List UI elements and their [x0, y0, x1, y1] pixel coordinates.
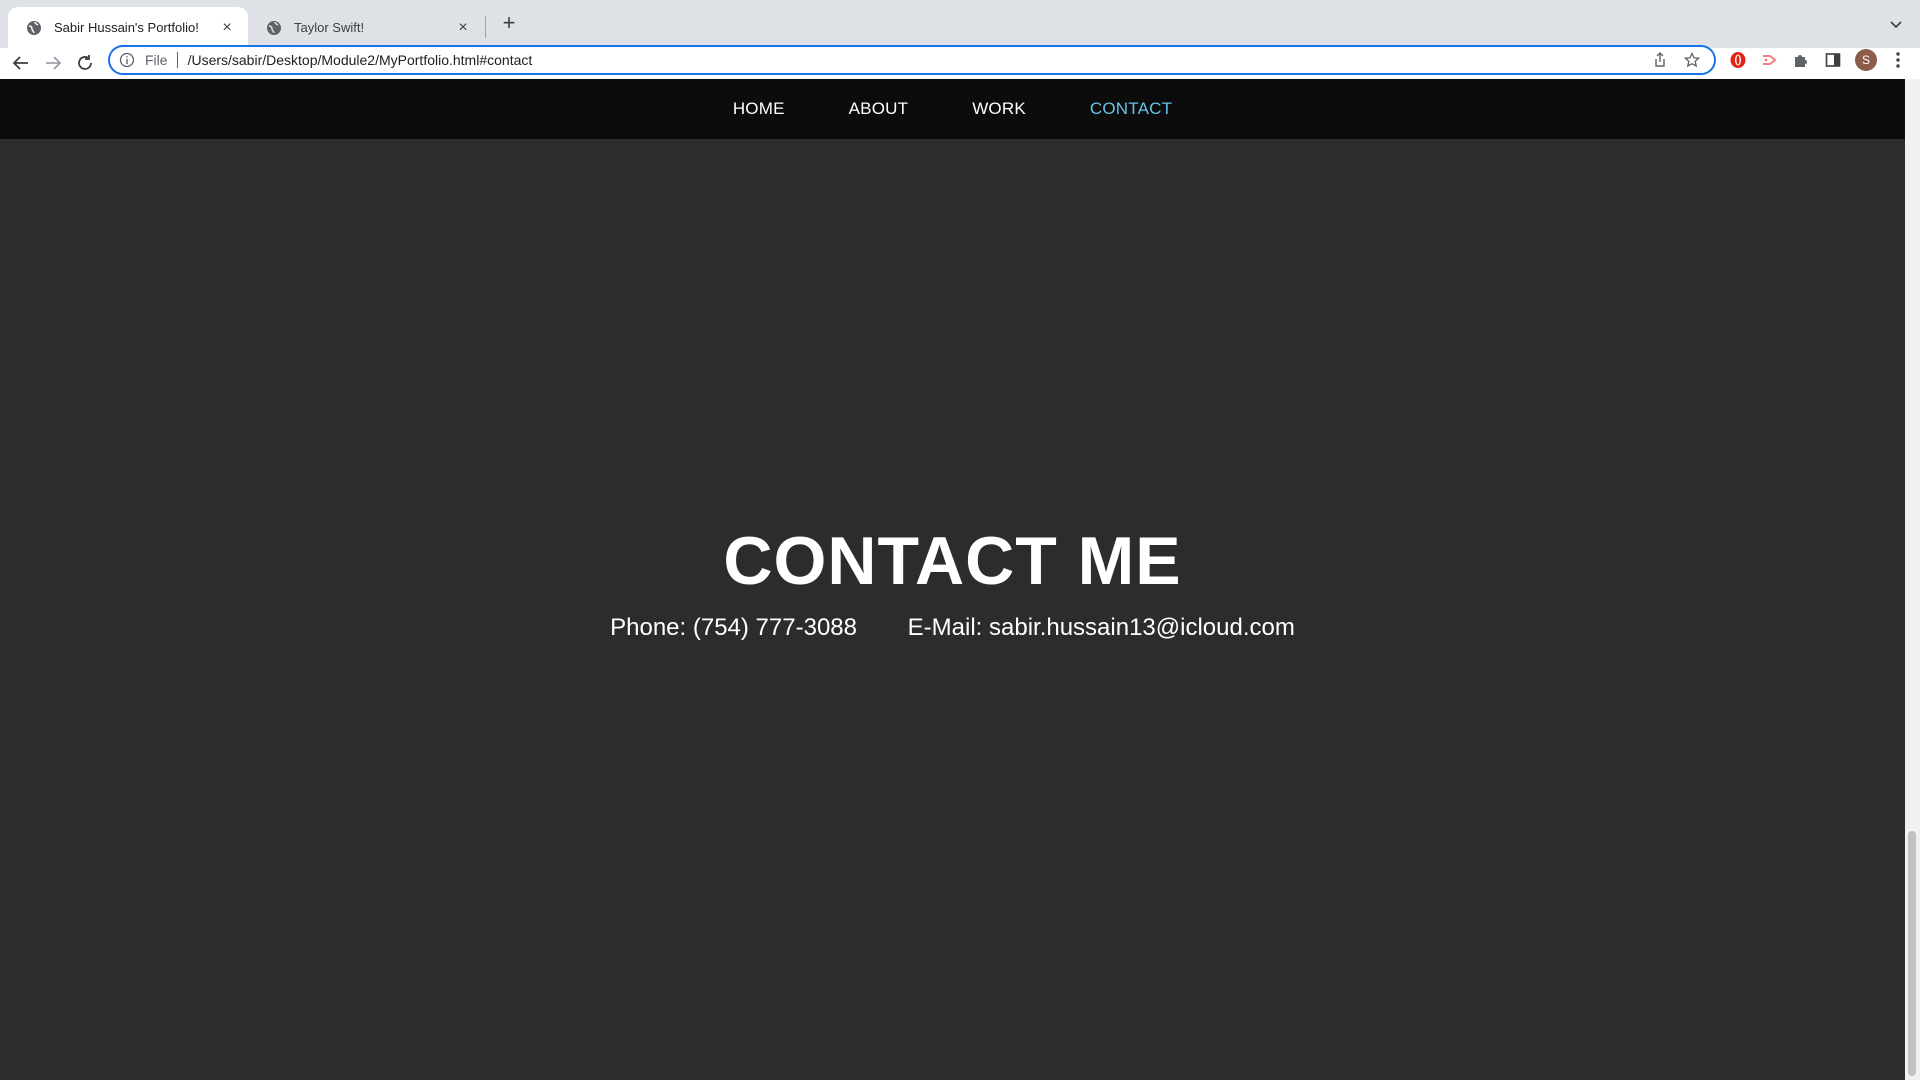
tab-strip: Sabir Hussain's Portfolio! × Taylor Swif…	[0, 0, 1920, 48]
url-text[interactable]: /Users/sabir/Desktop/Module2/MyPortfolio…	[188, 52, 1650, 68]
tab-separator	[485, 16, 486, 38]
avatar[interactable]: S	[1855, 49, 1877, 71]
web-page: HOME ABOUT WORK CONTACT CONTACT ME Phone…	[0, 79, 1905, 1080]
tab-title: Sabir Hussain's Portfolio!	[54, 20, 199, 35]
globe-icon	[266, 20, 282, 36]
contact-details: Phone: (754) 777-3088 E-Mail: sabir.huss…	[0, 614, 1905, 642]
info-icon[interactable]	[119, 52, 135, 68]
reload-button[interactable]	[73, 51, 97, 75]
share-icon[interactable]	[1650, 50, 1670, 70]
puzzle-icon[interactable]	[1791, 50, 1811, 70]
back-button[interactable]	[9, 51, 33, 75]
tab-portfolio[interactable]: Sabir Hussain's Portfolio! ×	[8, 7, 248, 48]
cast-extension-icon[interactable]	[1759, 50, 1779, 70]
email-text: E-Mail: sabir.hussain13@icloud.com	[907, 614, 1295, 641]
nav-contact-link[interactable]: CONTACT	[1090, 99, 1172, 119]
side-panel-icon[interactable]	[1823, 50, 1843, 70]
new-tab-button[interactable]: +	[498, 10, 520, 35]
forward-button[interactable]	[41, 51, 65, 75]
nav-about-link[interactable]: ABOUT	[849, 99, 909, 119]
opera-extension-icon[interactable]	[1728, 50, 1748, 70]
scheme-label: File	[145, 52, 168, 68]
globe-icon	[26, 20, 42, 36]
chevron-down-icon[interactable]	[1886, 14, 1906, 34]
close-icon[interactable]: ×	[218, 19, 236, 37]
nav-work-link[interactable]: WORK	[972, 99, 1026, 119]
site-nav: HOME ABOUT WORK CONTACT	[0, 79, 1905, 139]
nav-home-link[interactable]: HOME	[733, 99, 785, 119]
more-menu-icon[interactable]	[1888, 50, 1908, 70]
address-bar[interactable]: File /Users/sabir/Desktop/Module2/MyPort…	[108, 45, 1716, 75]
address-divider	[176, 52, 178, 68]
phone-text: Phone: (754) 777-3088	[610, 614, 857, 641]
page-scrollbar[interactable]	[1905, 79, 1920, 1080]
contact-heading: CONTACT ME	[723, 523, 1182, 599]
star-icon[interactable]	[1682, 50, 1702, 70]
tab-taylor-swift[interactable]: Taylor Swift! ×	[248, 7, 484, 48]
close-icon[interactable]: ×	[454, 19, 472, 37]
tab-title: Taylor Swift!	[294, 20, 365, 35]
scrollbar-thumb[interactable]	[1908, 831, 1916, 1076]
